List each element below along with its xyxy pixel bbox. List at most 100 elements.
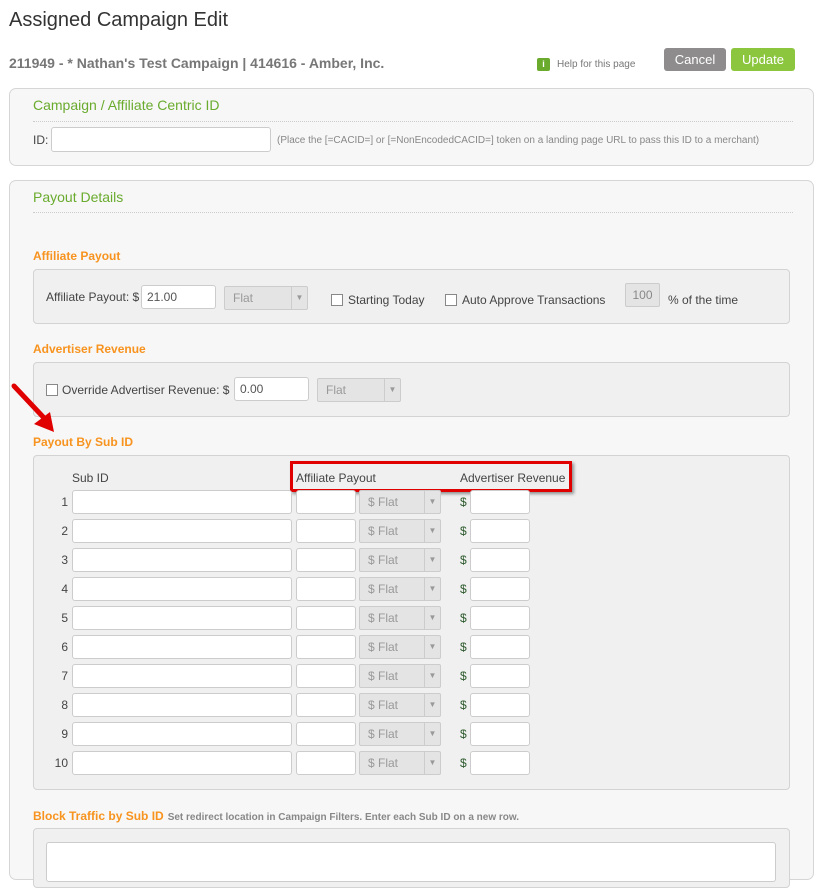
subid-advertiser-revenue-input[interactable] (470, 635, 530, 659)
block-traffic-heading-row: Block Traffic by Sub ID Set redirect loca… (33, 809, 519, 823)
row-number: 1 (61, 495, 68, 509)
subid-advertiser-revenue-input[interactable] (470, 577, 530, 601)
subid-payout-type-select[interactable]: $ Flat ▼ (359, 693, 441, 717)
auto-approve-percent-input[interactable]: 100 (625, 283, 660, 307)
row-number: 10 (54, 756, 68, 770)
subid-affiliate-payout-input[interactable] (296, 606, 356, 630)
override-revenue-checkbox[interactable]: Override Advertiser Revenue: $ (46, 383, 229, 397)
currency-symbol: $ (460, 524, 467, 538)
currency-symbol: $ (460, 611, 467, 625)
subid-affiliate-payout-input[interactable] (296, 577, 356, 601)
col-subid: Sub ID (72, 471, 109, 485)
checkbox[interactable] (331, 294, 343, 306)
subid-affiliate-payout-input[interactable] (296, 693, 356, 717)
select-value: $ Flat (368, 495, 399, 509)
subid-payout-type-select[interactable]: $ Flat ▼ (359, 490, 441, 514)
row-number: 3 (61, 553, 68, 567)
subid-advertiser-revenue-input[interactable] (470, 519, 530, 543)
subid-advertiser-revenue-input[interactable] (470, 664, 530, 688)
subid-input[interactable] (72, 693, 292, 717)
select-value: Flat (326, 383, 347, 397)
subid-input[interactable] (72, 490, 292, 514)
override-revenue-label: Override Advertiser Revenue: $ (62, 383, 230, 397)
select-value: Flat (233, 291, 254, 305)
dropdown-arrow-icon: ▼ (424, 607, 440, 629)
row-number: 6 (61, 640, 68, 654)
subid-affiliate-payout-input[interactable] (296, 751, 356, 775)
dropdown-arrow-icon: ▼ (424, 549, 440, 571)
id-input[interactable] (51, 127, 271, 152)
select-value: $ Flat (368, 698, 399, 712)
subid-affiliate-payout-input[interactable] (296, 664, 356, 688)
subid-advertiser-revenue-input[interactable] (470, 490, 530, 514)
subid-affiliate-payout-input[interactable] (296, 548, 356, 572)
subid-payout-type-select[interactable]: $ Flat ▼ (359, 548, 441, 572)
affiliate-payout-label: Affiliate Payout: $ (46, 290, 140, 304)
dropdown-arrow-icon: ▼ (424, 752, 440, 774)
subid-payout-type-select[interactable]: $ Flat ▼ (359, 722, 441, 746)
auto-approve-label: Auto Approve Transactions (462, 293, 606, 307)
subid-affiliate-payout-input[interactable] (296, 490, 356, 514)
subid-input[interactable] (72, 606, 292, 630)
subid-input[interactable] (72, 722, 292, 746)
subid-input[interactable] (72, 519, 292, 543)
subid-payout-type-select[interactable]: $ Flat ▼ (359, 577, 441, 601)
payout-by-subid-heading: Payout By Sub ID (33, 435, 134, 449)
subid-input[interactable] (72, 548, 292, 572)
subid-input[interactable] (72, 635, 292, 659)
dropdown-arrow-icon: ▼ (424, 491, 440, 513)
subid-payout-type-select[interactable]: $ Flat ▼ (359, 519, 441, 543)
block-traffic-textarea[interactable] (46, 842, 776, 882)
subid-input[interactable] (72, 577, 292, 601)
select-value: $ Flat (368, 640, 399, 654)
select-value: $ Flat (368, 669, 399, 683)
subid-input[interactable] (72, 751, 292, 775)
subid-payout-type-select[interactable]: $ Flat ▼ (359, 635, 441, 659)
currency-symbol: $ (460, 698, 467, 712)
red-arrow-annotation-icon (11, 383, 54, 432)
subid-advertiser-revenue-input[interactable] (470, 751, 530, 775)
subid-input[interactable] (72, 664, 292, 688)
select-value: $ Flat (368, 611, 399, 625)
subid-payout-type-select[interactable]: $ Flat ▼ (359, 751, 441, 775)
subid-affiliate-payout-input[interactable] (296, 722, 356, 746)
currency-symbol: $ (460, 582, 467, 596)
auto-approve-checkbox[interactable]: Auto Approve Transactions (445, 293, 605, 307)
select-value: $ Flat (368, 756, 399, 770)
starting-today-checkbox[interactable]: Starting Today (331, 293, 425, 307)
advertiser-revenue-type-select[interactable]: Flat ▼ (317, 378, 401, 402)
update-button[interactable]: Update (731, 48, 795, 71)
red-highlight-box (290, 461, 572, 492)
currency-symbol: $ (460, 669, 467, 683)
subid-affiliate-payout-input[interactable] (296, 519, 356, 543)
advertiser-revenue-input[interactable] (234, 377, 309, 401)
percent-label: % of the time (668, 293, 739, 307)
cancel-button[interactable]: Cancel (664, 48, 726, 71)
currency-symbol: $ (460, 756, 467, 770)
advertiser-revenue-heading: Advertiser Revenue (33, 342, 146, 356)
subid-advertiser-revenue-input[interactable] (470, 722, 530, 746)
id-label: ID: (33, 133, 49, 147)
dropdown-arrow-icon: ▼ (424, 636, 440, 658)
subid-payout-type-select[interactable]: $ Flat ▼ (359, 606, 441, 630)
currency-symbol: $ (460, 495, 467, 509)
subid-advertiser-revenue-input[interactable] (470, 606, 530, 630)
help-link[interactable]: i Help for this page (537, 58, 635, 71)
checkbox[interactable] (445, 294, 457, 306)
info-icon: i (537, 58, 550, 71)
id-hint: (Place the [=CACID=] or [=NonEncodedCACI… (277, 135, 760, 146)
block-traffic-hint: Set redirect location in Campaign Filter… (167, 812, 520, 823)
subid-payout-type-select[interactable]: $ Flat ▼ (359, 664, 441, 688)
row-number: 5 (61, 611, 68, 625)
affiliate-payout-input[interactable] (141, 285, 216, 309)
subid-affiliate-payout-input[interactable] (296, 635, 356, 659)
help-label: Help for this page (557, 59, 636, 70)
dropdown-arrow-icon: ▼ (424, 694, 440, 716)
campaign-subtitle: 211949 - * Nathan's Test Campaign | 4146… (9, 55, 385, 71)
currency-symbol: $ (460, 640, 467, 654)
subid-advertiser-revenue-input[interactable] (470, 693, 530, 717)
affiliate-payout-type-select[interactable]: Flat ▼ (224, 286, 308, 310)
row-number: 7 (61, 669, 68, 683)
block-traffic-heading: Block Traffic by Sub ID (33, 809, 164, 823)
subid-advertiser-revenue-input[interactable] (470, 548, 530, 572)
